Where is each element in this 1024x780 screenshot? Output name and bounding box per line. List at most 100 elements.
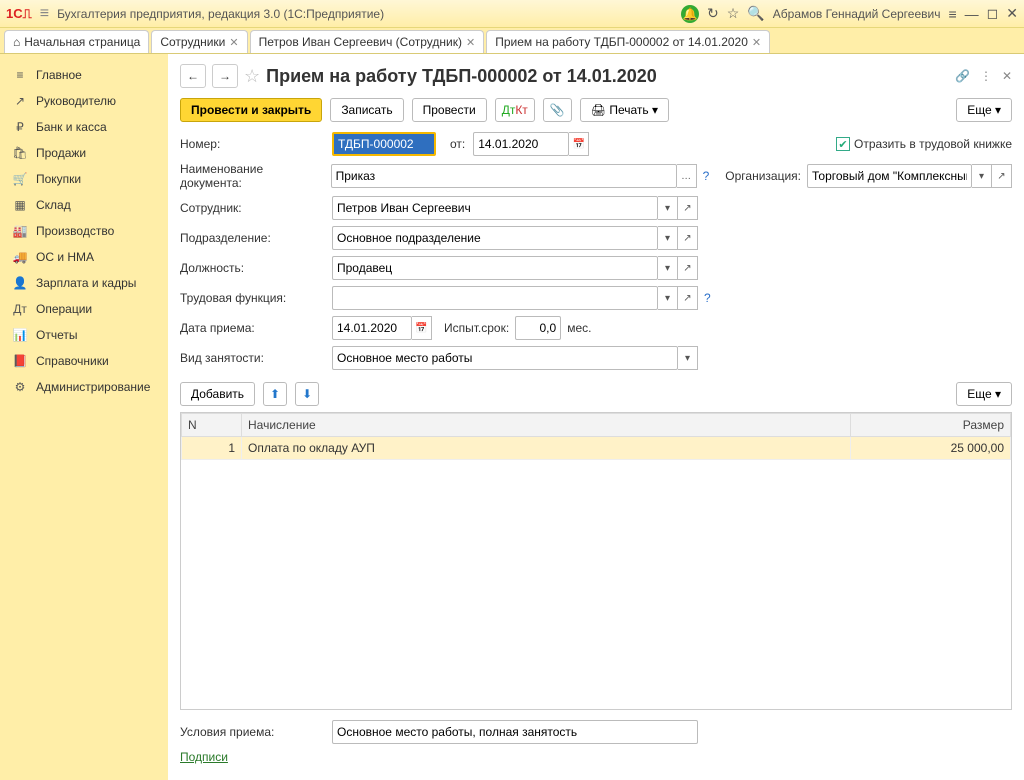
sidebar-item-0[interactable]: ≡Главное (0, 62, 168, 88)
sidebar-item-11[interactable]: 📕Справочники (0, 348, 168, 374)
maximize-icon[interactable]: ◻ (987, 5, 999, 22)
sidebar-item-1[interactable]: ↗Руководителю (0, 88, 168, 114)
settings-icon[interactable]: ≡ (948, 6, 956, 22)
nav-back-button[interactable]: ← (180, 64, 206, 88)
open-icon[interactable]: ↗ (992, 164, 1012, 188)
probation-input[interactable] (515, 316, 561, 340)
open-icon[interactable]: ↗ (678, 256, 698, 280)
reflect-checkbox[interactable]: ✔ Отразить в трудовой книжке (836, 137, 1012, 151)
close-app-icon[interactable]: ✕ (1006, 5, 1018, 22)
more-label: Еще (967, 103, 991, 117)
tab-label: Петров Иван Сергеевич (Сотрудник) (259, 35, 462, 49)
conditions-input[interactable] (332, 720, 698, 744)
hire-date-input[interactable] (332, 316, 412, 340)
history-icon[interactable]: ↻ (707, 5, 719, 22)
user-name[interactable]: Абрамов Геннадий Сергеевич (773, 7, 941, 21)
labor-func-input[interactable] (332, 286, 658, 310)
employment-input[interactable] (332, 346, 678, 370)
tab-hiring-doc[interactable]: Прием на работу ТДБП-000002 от 14.01.202… (486, 30, 770, 53)
more-button-table[interactable]: Еще ▾ (956, 382, 1012, 406)
dropdown-icon[interactable]: ▾ (658, 226, 678, 250)
nav-icon: ≡ (12, 68, 28, 82)
nav-icon: 🚚 (12, 250, 28, 264)
table-row[interactable]: 1Оплата по окладу АУП25 000,00 (182, 437, 1011, 460)
number-input[interactable] (332, 132, 436, 156)
dropdown-icon[interactable]: ▾ (972, 164, 992, 188)
col-accrual[interactable]: Начисление (242, 414, 851, 437)
tab-employee-card[interactable]: Петров Иван Сергеевич (Сотрудник) ✕ (250, 30, 485, 53)
more-menu-icon[interactable]: ⋮ (980, 69, 992, 83)
employee-input[interactable] (332, 196, 658, 220)
sidebar-item-12[interactable]: ⚙Администрирование (0, 374, 168, 400)
more-button-top[interactable]: Еще ▾ (956, 98, 1012, 122)
post-button[interactable]: Провести (412, 98, 487, 122)
sidebar-item-3[interactable]: 🛍Продажи (0, 140, 168, 166)
app-title: Бухгалтерия предприятия, редакция 3.0 (1… (57, 7, 384, 21)
add-row-button[interactable]: Добавить (180, 382, 255, 406)
dropdown-icon[interactable]: ▾ (658, 256, 678, 280)
reflect-label: Отразить в трудовой книжке (854, 137, 1012, 151)
sidebar-item-9[interactable]: ДтОперации (0, 296, 168, 322)
search-icon[interactable]: 🔍 (747, 5, 764, 22)
org-input[interactable] (807, 164, 972, 188)
main-menu-icon[interactable]: ≡ (40, 5, 49, 23)
sidebar-item-2[interactable]: ₽Банк и касса (0, 114, 168, 140)
sidebar-item-7[interactable]: 🚚ОС и НМА (0, 244, 168, 270)
sidebar-item-8[interactable]: 👤Зарплата и кадры (0, 270, 168, 296)
nav-label: Склад (36, 198, 71, 212)
dropdown-icon[interactable]: ▾ (678, 346, 698, 370)
attach-button[interactable]: 📎 (543, 98, 572, 122)
nav-label: Справочники (36, 354, 109, 368)
position-input[interactable] (332, 256, 658, 280)
help-icon[interactable]: ? (704, 291, 711, 305)
calendar-icon[interactable]: 📅 (412, 316, 432, 340)
nav-icon: 🛍 (12, 146, 28, 160)
print-button[interactable]: 🖨 Печать ▾ (580, 98, 669, 122)
accruals-table[interactable]: N Начисление Размер 1Оплата по окладу АУ… (181, 413, 1011, 460)
open-icon[interactable]: ↗ (678, 226, 698, 250)
dropdown-icon[interactable]: ▾ (658, 196, 678, 220)
signatures-link[interactable]: Подписи (180, 750, 228, 764)
close-icon[interactable]: ✕ (752, 36, 761, 49)
sidebar-item-10[interactable]: 📊Отчеты (0, 322, 168, 348)
close-icon[interactable]: ✕ (229, 36, 238, 49)
favorite-icon[interactable]: ☆ (727, 5, 740, 22)
sidebar-item-6[interactable]: 🏭Производство (0, 218, 168, 244)
nav-forward-button[interactable]: → (212, 64, 238, 88)
date-input[interactable] (473, 132, 569, 156)
tabs-bar: ⌂ Начальная страница Сотрудники ✕ Петров… (0, 28, 1024, 54)
department-input[interactable] (332, 226, 658, 250)
dropdown-icon[interactable]: ▾ (658, 286, 678, 310)
post-and-close-button[interactable]: Провести и закрыть (180, 98, 322, 122)
calendar-icon[interactable]: 📅 (569, 132, 589, 156)
label-position: Должность: (180, 261, 326, 275)
close-doc-icon[interactable]: ✕ (1002, 69, 1012, 83)
dt-kt-button[interactable]: ДтКт (495, 98, 535, 122)
table-toolbar: Добавить ⬆ ⬇ Еще ▾ (168, 376, 1024, 412)
ellipsis-icon[interactable]: … (677, 164, 697, 188)
move-up-button[interactable]: ⬆ (263, 382, 287, 406)
tab-home-label: Начальная страница (24, 35, 140, 49)
col-n[interactable]: N (182, 414, 242, 437)
notifications-icon[interactable]: 🔔 (681, 5, 699, 23)
sidebar-item-4[interactable]: 🛒Покупки (0, 166, 168, 192)
label-number: Номер: (180, 137, 326, 151)
star-icon[interactable]: ☆ (244, 66, 260, 87)
label-doc-name: Наименование документа: (180, 162, 325, 190)
close-icon[interactable]: ✕ (466, 36, 475, 49)
link-icon[interactable]: 🔗 (955, 69, 970, 83)
col-amount[interactable]: Размер (851, 414, 1011, 437)
nav-label: Банк и касса (36, 120, 107, 134)
help-icon[interactable]: ? (703, 169, 710, 183)
move-down-button[interactable]: ⬇ (295, 382, 319, 406)
write-button[interactable]: Записать (330, 98, 403, 122)
nav-label: Руководителю (36, 94, 116, 108)
label-months: мес. (567, 321, 591, 335)
minimize-icon[interactable]: — (965, 6, 979, 22)
open-icon[interactable]: ↗ (678, 196, 698, 220)
sidebar-item-5[interactable]: ▦Склад (0, 192, 168, 218)
tab-employees[interactable]: Сотрудники ✕ (151, 30, 247, 53)
open-icon[interactable]: ↗ (678, 286, 698, 310)
doc-name-input[interactable] (331, 164, 677, 188)
tab-home[interactable]: ⌂ Начальная страница (4, 30, 149, 53)
